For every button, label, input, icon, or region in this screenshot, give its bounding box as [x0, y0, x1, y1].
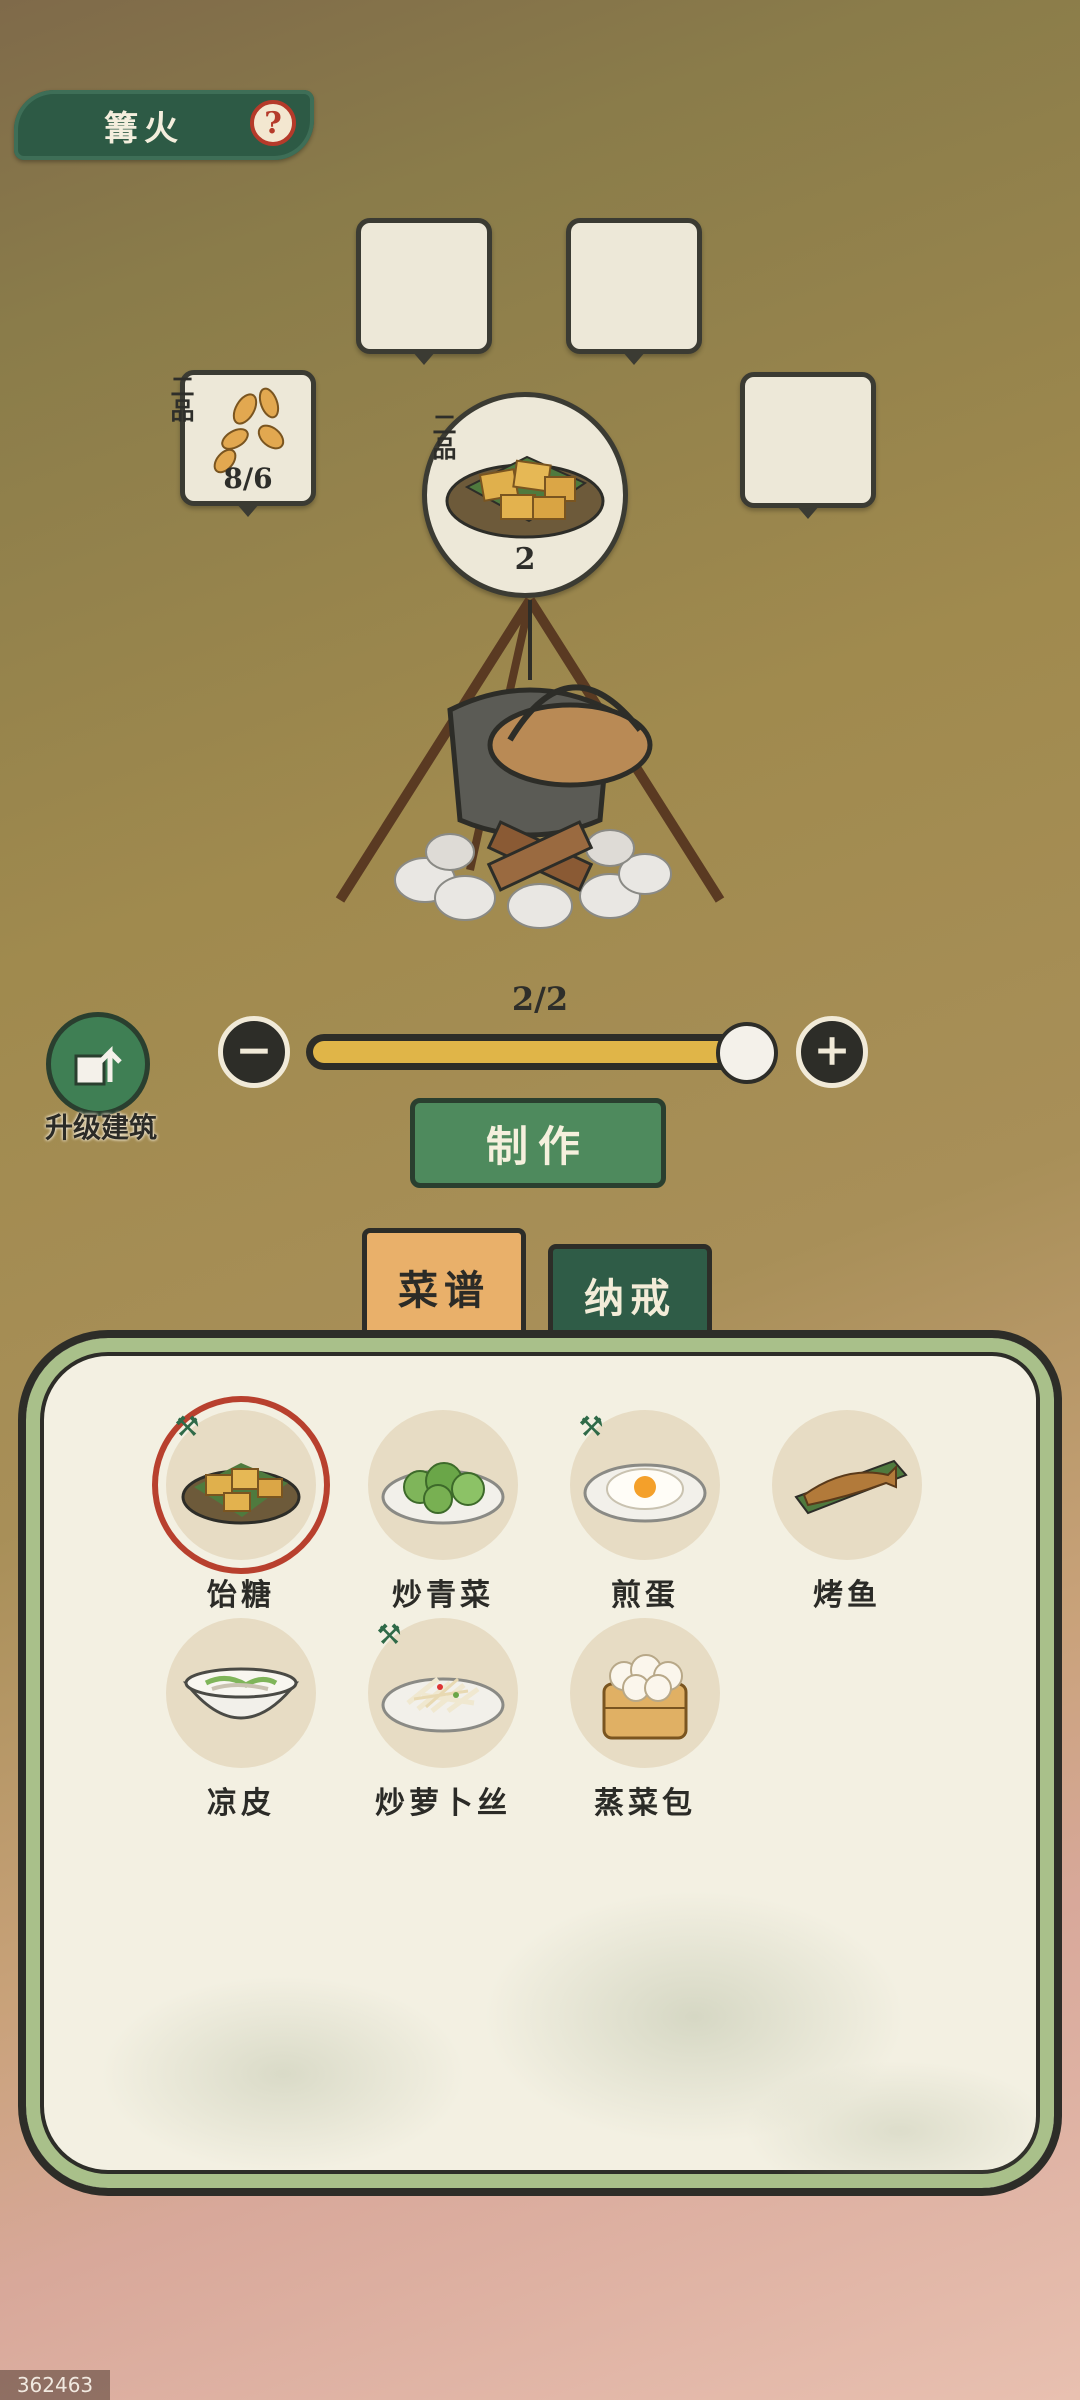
- recipe-dish-circle: [368, 1410, 518, 1560]
- campfire-pot-illustration: [335, 597, 725, 929]
- recipe-dish-circle: [772, 1410, 922, 1560]
- slider-fill: [313, 1041, 769, 1063]
- slider-handle[interactable]: [716, 1022, 778, 1084]
- mountain-mist-decoration: [26, 1808, 1054, 2188]
- recipe-item[interactable]: ⚒ 炒萝卜丝: [358, 1618, 528, 1822]
- recipe-name: 凉皮: [207, 1786, 275, 1821]
- grilled-fish-icon: [794, 1459, 908, 1515]
- recipe-item[interactable]: 炒青菜: [358, 1410, 528, 1614]
- ingredient-amount: 8/6: [223, 462, 273, 495]
- recipe-item[interactable]: 蒸菜包: [560, 1618, 730, 1822]
- upgrade-building-button[interactable]: [46, 1012, 150, 1116]
- hammer-icon: ⚒: [376, 1618, 402, 1651]
- recipe-item[interactable]: ⚒ 饴糖: [156, 1410, 326, 1614]
- hammer-icon: ⚒: [174, 1410, 200, 1443]
- product-grade: 二品: [428, 412, 457, 460]
- ingredient-slot-3[interactable]: [566, 218, 702, 365]
- recipe-item[interactable]: 烤鱼: [762, 1410, 932, 1614]
- radish-strips-icon: [381, 1677, 505, 1733]
- steamed-buns-icon: [602, 1654, 688, 1740]
- fried-egg-icon: [583, 1463, 707, 1523]
- recipe-panel: ⚒ 饴糖 炒青菜 ⚒ 煎蛋 烤鱼 凉皮 ⚒ 炒萝卜丝 蒸菜包: [18, 1330, 1062, 2196]
- ingredient-slot-4[interactable]: [740, 372, 876, 519]
- ingredient-slot-2[interactable]: [356, 218, 492, 365]
- recipe-name: 蒸菜包: [594, 1786, 696, 1821]
- hammer-icon: ⚒: [578, 1410, 604, 1443]
- tab-recipes[interactable]: 菜谱: [362, 1228, 526, 1340]
- upgrade-building-label: 升级建筑: [44, 1111, 157, 1144]
- candy-icon: [181, 1463, 301, 1525]
- recipe-name: 饴糖: [207, 1578, 275, 1613]
- make-button[interactable]: 制作: [410, 1098, 666, 1188]
- recipe-name: 烤鱼: [813, 1578, 881, 1613]
- increase-button[interactable]: +: [796, 1016, 868, 1088]
- recipe-name: 炒青菜: [392, 1578, 494, 1613]
- recipe-item[interactable]: ⚒ 煎蛋: [560, 1410, 730, 1614]
- craft-count-label: 2/2: [511, 980, 569, 1018]
- product-count: 2: [514, 542, 536, 577]
- recipe-name: 炒萝卜丝: [375, 1786, 511, 1821]
- ingredient-grade: 二品: [166, 374, 195, 422]
- recipe-name: 煎蛋: [611, 1578, 679, 1613]
- tab-storage-ring[interactable]: 纳戒: [548, 1244, 712, 1340]
- upgrade-arrow-icon: [74, 1045, 122, 1086]
- recipe-dish-circle: ⚒: [166, 1410, 316, 1560]
- ingredient-slot-1[interactable]: 8/6: [180, 370, 316, 517]
- recipe-dish-circle: ⚒: [570, 1410, 720, 1560]
- greens-icon: [381, 1462, 505, 1525]
- recipe-dish-circle: [570, 1618, 720, 1768]
- noodle-bowl-icon: [182, 1667, 300, 1720]
- decrease-button[interactable]: −: [218, 1016, 290, 1088]
- recipe-dish-circle: ⚒: [368, 1618, 518, 1768]
- watermark-id: 362463: [0, 2370, 110, 2400]
- recipe-item[interactable]: 凉皮: [156, 1618, 326, 1822]
- quantity-slider[interactable]: [306, 1034, 776, 1070]
- recipe-dish-circle: [166, 1618, 316, 1768]
- help-icon[interactable]: ?: [250, 100, 296, 146]
